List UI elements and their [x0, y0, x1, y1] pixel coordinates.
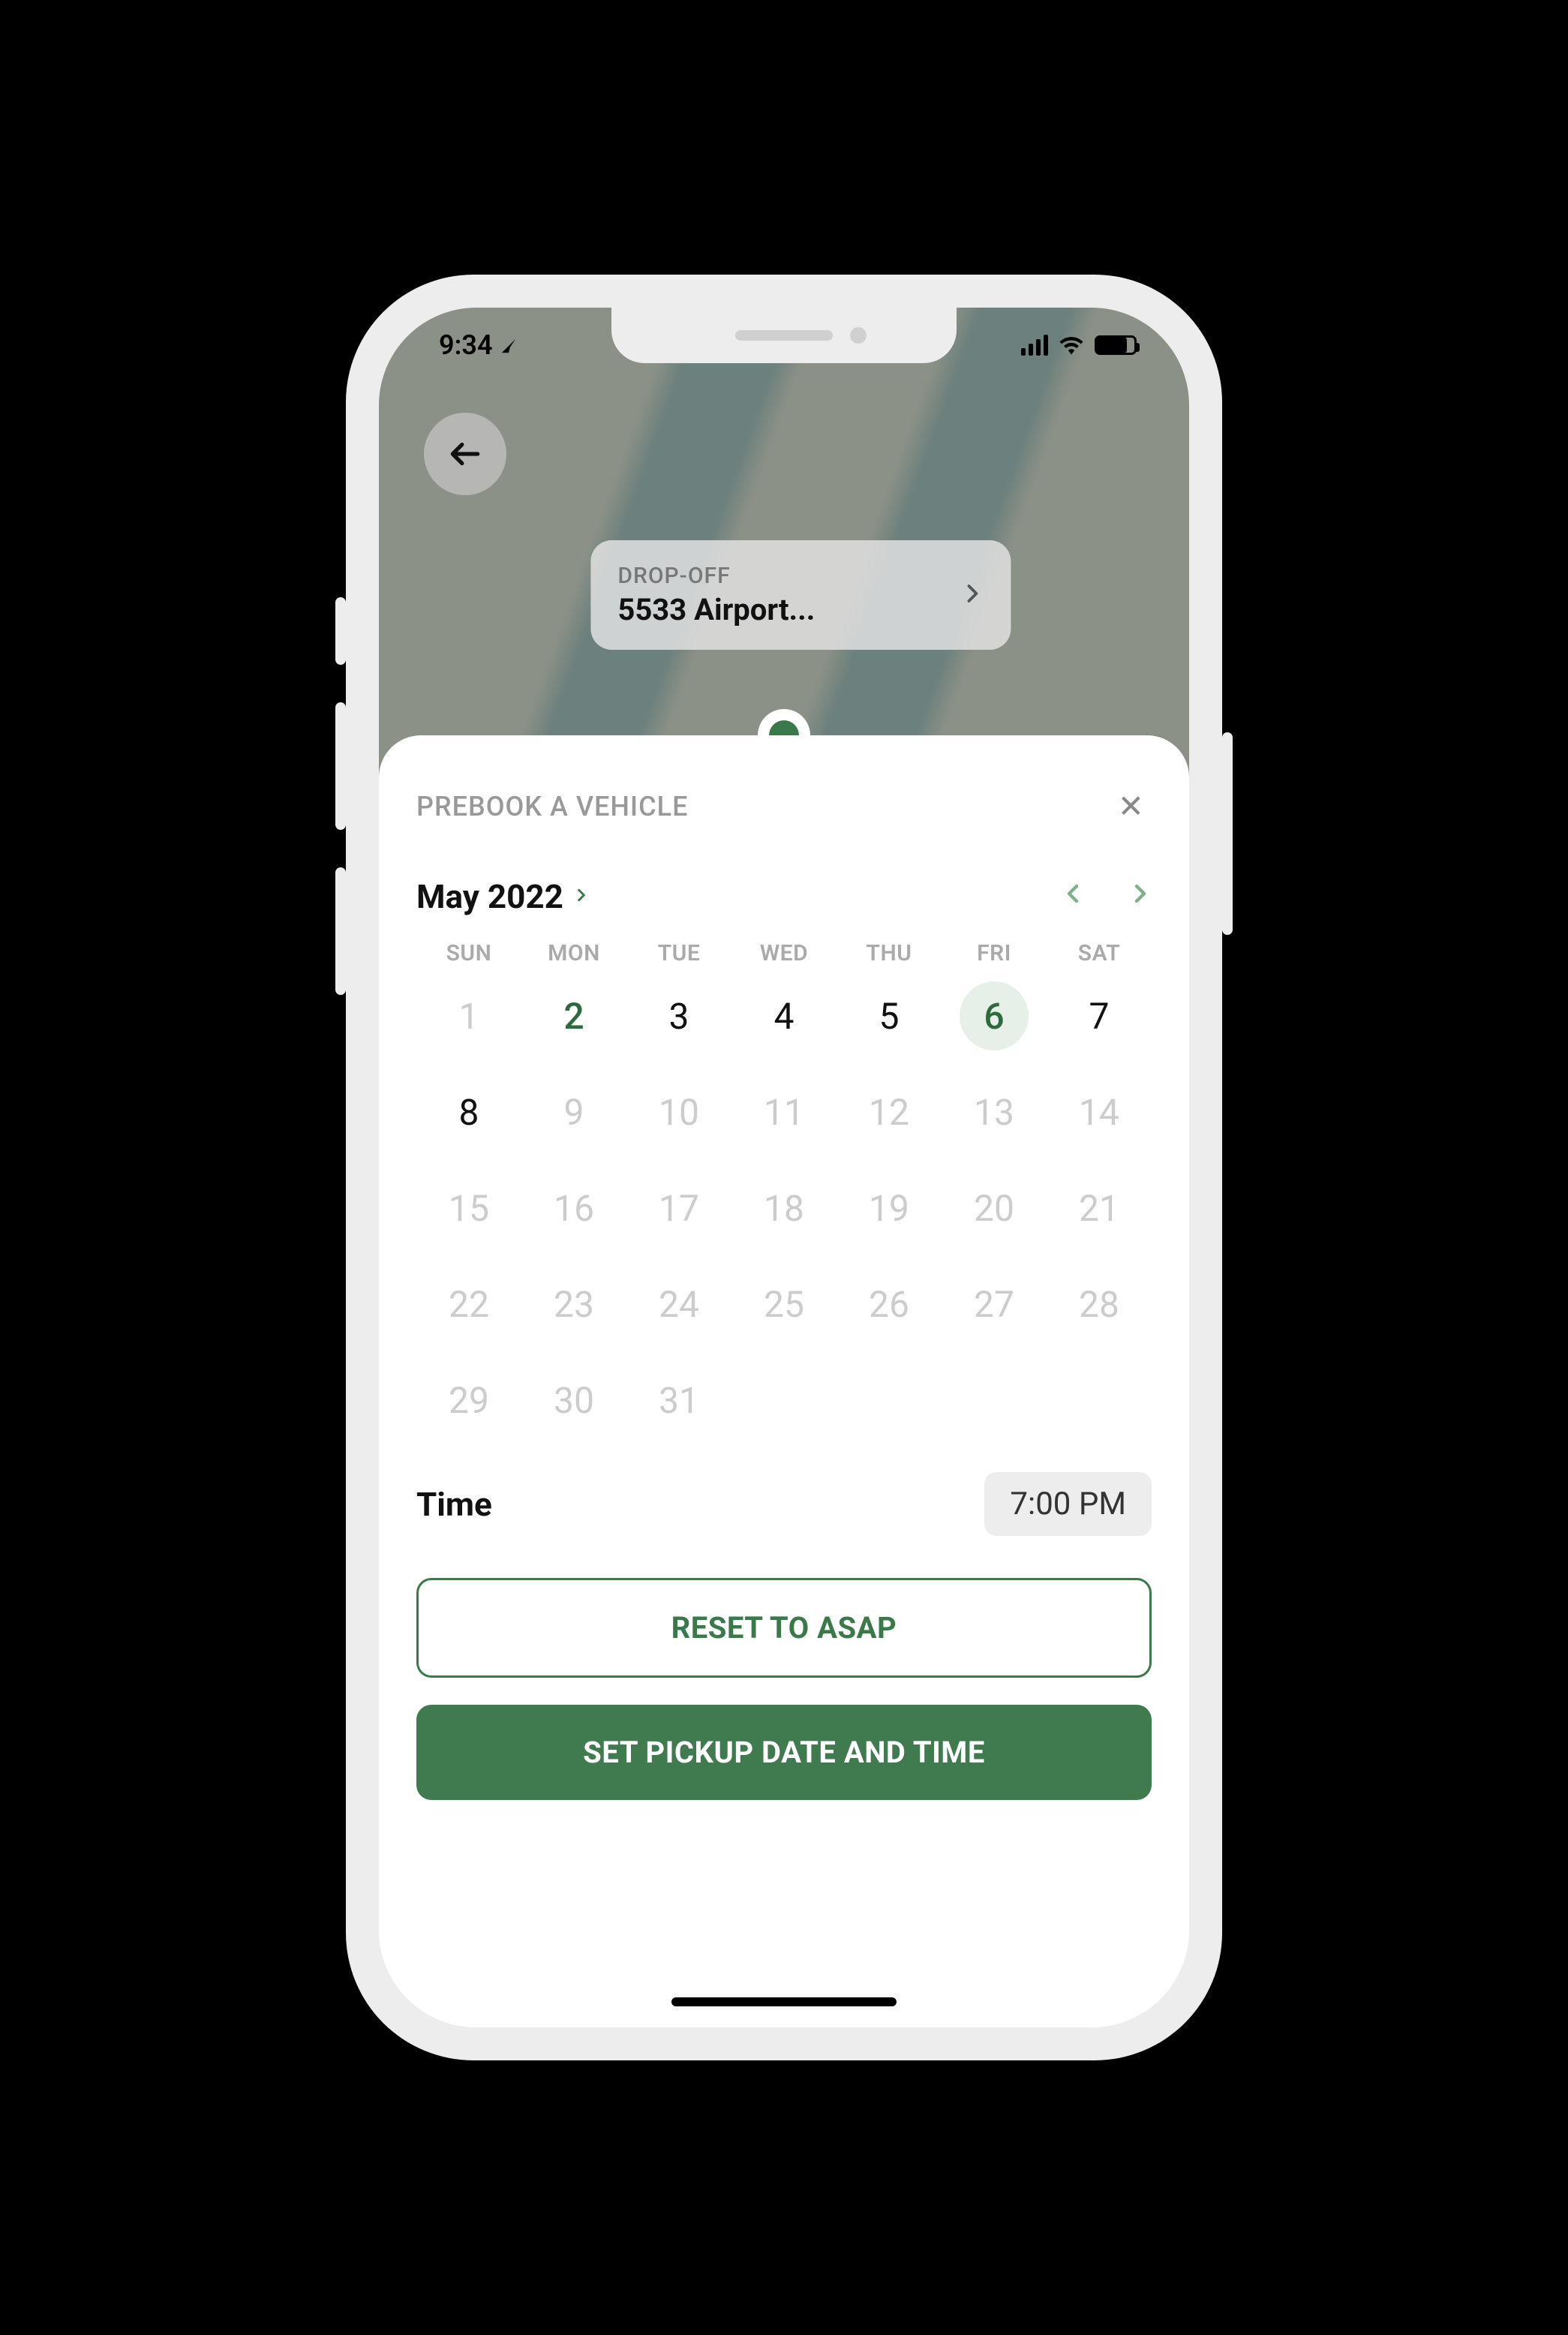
- chevron-right-icon: [961, 578, 984, 612]
- calendar-day-12: 12: [837, 1077, 942, 1146]
- calendar-day-9: 9: [521, 1077, 626, 1146]
- screen: 9:34 DROP-OFF 5533 Airport...: [379, 308, 1189, 2027]
- calendar-day-3[interactable]: 3: [626, 981, 731, 1050]
- chevron-right-icon: [574, 881, 589, 912]
- side-button-volume-down: [335, 867, 346, 995]
- speaker: [735, 330, 833, 341]
- calendar-day-24: 24: [626, 1270, 731, 1339]
- dropoff-label: DROP-OFF: [617, 563, 961, 589]
- arrow-left-icon: [446, 435, 484, 473]
- notch: [611, 308, 957, 363]
- dropoff-card[interactable]: DROP-OFF 5533 Airport...: [590, 540, 1011, 650]
- calendar-day-header: MON: [521, 940, 626, 966]
- phone-frame: 9:34 DROP-OFF 5533 Airport...: [346, 275, 1222, 2060]
- calendar-day-4[interactable]: 4: [731, 981, 837, 1050]
- calendar-day-31: 31: [626, 1366, 731, 1435]
- calendar-day-21: 21: [1047, 1174, 1152, 1243]
- calendar-day-1: 1: [416, 981, 521, 1050]
- set-pickup-button[interactable]: SET PICKUP DATE AND TIME: [416, 1705, 1152, 1800]
- calendar-day-26: 26: [837, 1270, 942, 1339]
- battery-icon: [1095, 335, 1137, 355]
- calendar-day-20: 20: [942, 1174, 1047, 1243]
- calendar-day-27: 27: [942, 1270, 1047, 1339]
- dropoff-address: 5533 Airport...: [617, 592, 961, 627]
- calendar-day-22: 22: [416, 1270, 521, 1339]
- close-button[interactable]: ✕: [1110, 780, 1152, 833]
- back-button[interactable]: [424, 413, 506, 495]
- calendar-day-7[interactable]: 7: [1047, 981, 1152, 1050]
- calendar-day-18: 18: [731, 1174, 837, 1243]
- prebook-sheet: PREBOOK A VEHICLE ✕ May 2022: [379, 735, 1189, 2027]
- calendar-day-header: TUE: [626, 940, 731, 966]
- side-button-power: [1222, 732, 1233, 935]
- location-icon: [500, 329, 517, 361]
- reset-to-asap-button[interactable]: RESET TO ASAP: [416, 1578, 1152, 1678]
- calendar-day-header: FRI: [942, 940, 1047, 966]
- calendar-day-header: SUN: [416, 940, 521, 966]
- month-picker[interactable]: May 2022: [416, 877, 589, 916]
- home-indicator[interactable]: [671, 1997, 897, 2006]
- next-month-button[interactable]: [1129, 875, 1152, 918]
- wifi-icon: [1059, 335, 1084, 355]
- prev-month-button[interactable]: [1062, 875, 1084, 918]
- status-time: 9:34: [439, 329, 493, 361]
- calendar-day-14: 14: [1047, 1077, 1152, 1146]
- cellular-signal-icon: [1021, 335, 1048, 356]
- calendar-day-8[interactable]: 8: [416, 1077, 521, 1146]
- calendar-day-header: WED: [731, 940, 837, 966]
- sheet-title: PREBOOK A VEHICLE: [416, 791, 688, 822]
- front-camera: [850, 327, 867, 344]
- calendar-day-header: THU: [837, 940, 942, 966]
- calendar-day-2[interactable]: 2: [521, 981, 626, 1050]
- calendar-day-header: SAT: [1047, 940, 1152, 966]
- calendar: SUNMONTUEWEDTHUFRISAT 123456789101112131…: [416, 940, 1152, 1435]
- calendar-day-5[interactable]: 5: [837, 981, 942, 1050]
- calendar-day-17: 17: [626, 1174, 731, 1243]
- calendar-day-30: 30: [521, 1366, 626, 1435]
- calendar-day-11: 11: [731, 1077, 837, 1146]
- calendar-day-16: 16: [521, 1174, 626, 1243]
- time-picker[interactable]: 7:00 PM: [984, 1472, 1152, 1536]
- calendar-day-28: 28: [1047, 1270, 1152, 1339]
- calendar-day-6[interactable]: 6: [942, 981, 1047, 1050]
- calendar-day-13: 13: [942, 1077, 1047, 1146]
- calendar-day-10: 10: [626, 1077, 731, 1146]
- time-label: Time: [416, 1485, 492, 1524]
- calendar-day-23: 23: [521, 1270, 626, 1339]
- chevron-left-icon: [1062, 879, 1084, 909]
- calendar-day-19: 19: [837, 1174, 942, 1243]
- month-label-text: May 2022: [416, 877, 563, 916]
- calendar-day-29: 29: [416, 1366, 521, 1435]
- side-button-volume-up: [335, 702, 346, 830]
- side-button-silence: [335, 597, 346, 665]
- calendar-day-15: 15: [416, 1174, 521, 1243]
- calendar-day-25: 25: [731, 1270, 837, 1339]
- chevron-right-icon: [1129, 879, 1152, 909]
